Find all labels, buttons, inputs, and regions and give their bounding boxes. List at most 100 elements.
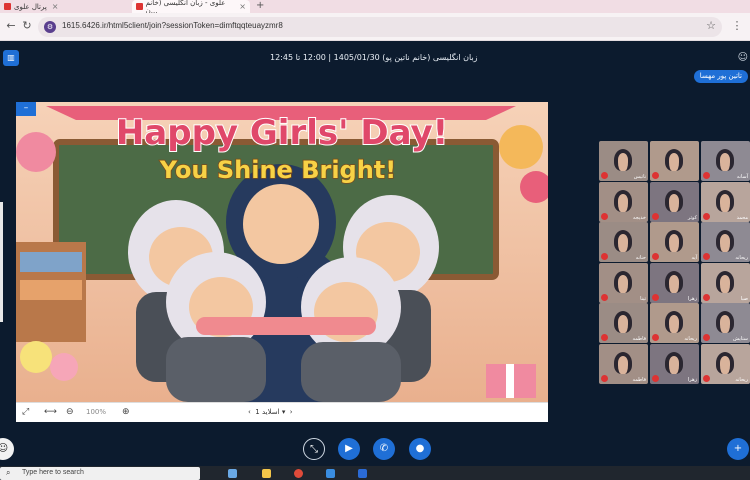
previous-slide-icon[interactable]: ‹ <box>248 408 251 416</box>
microphone-button[interactable]: ● <box>409 438 431 460</box>
slide-illustration: Happy Girls' Day! You Shine Bright! <box>16 102 548 402</box>
new-tab-icon[interactable]: + <box>256 0 264 11</box>
participant-name: زهرا <box>687 376 697 383</box>
participant-avatar <box>716 351 734 374</box>
participant-name: محمد <box>736 214 748 221</box>
participant-video-tile[interactable]: آیه <box>650 222 699 262</box>
participant-avatar <box>614 351 632 374</box>
participant-avatar <box>665 189 683 212</box>
account-icon[interactable]: ☺ <box>738 52 748 63</box>
participant-name: ناتیس <box>633 174 646 180</box>
slide-heading: Happy Girls' Day! <box>116 113 448 153</box>
slide-navigation: ‹ اسلاید 1 ▾ › <box>248 408 293 416</box>
muted-mic-icon <box>703 253 710 260</box>
presenter-badge[interactable]: تاتین پور مهسا <box>693 70 748 83</box>
muted-mic-icon <box>652 212 659 220</box>
url-text[interactable]: 1615.6426.ir/html5client/join?sessionTok… <box>62 21 283 30</box>
share-screen-button[interactable]: ⤡ <box>303 438 325 460</box>
tab-title: پرتال علوی <box>14 2 47 11</box>
participant-video-tile[interactable]: خدیجه <box>599 181 648 222</box>
participant-avatar <box>716 230 734 252</box>
fullscreen-icon[interactable]: ⤢ <box>22 407 29 417</box>
muted-mic-icon <box>601 212 608 220</box>
participant-video-tile[interactable]: تینا <box>599 262 648 303</box>
browser-menu-icon[interactable]: ⋮ <box>730 19 744 33</box>
fit-width-icon[interactable]: ⟷ <box>44 407 57 417</box>
participant-video-tile[interactable]: حنانه <box>599 222 648 262</box>
muted-mic-icon <box>601 374 608 382</box>
participant-video-tile[interactable]: کوثر <box>650 181 699 222</box>
presentation-toolbar: ⤢ ⟷ ⊖ 100% ⊕ ‹ اسلاید 1 ▾ › <box>16 402 548 422</box>
participant-avatar <box>665 351 683 374</box>
site-favicon-icon <box>136 3 143 10</box>
participant-video-tile[interactable]: ریحانه <box>650 303 699 343</box>
presenter-name: تاتین پور مهسا <box>699 72 742 80</box>
participant-video-tile[interactable]: زهرا <box>650 262 699 303</box>
browser-toolbar: ← ↻ ⚙ 1615.6426.ir/html5client/join?sess… <box>0 13 750 41</box>
zoom-out-icon[interactable]: ⊖ <box>66 407 74 417</box>
zoom-level[interactable]: 100% <box>86 408 106 416</box>
participant-avatar <box>614 189 632 212</box>
participant-name: ریحانه <box>735 376 748 383</box>
browser-tab-active[interactable]: علوی - زبان انگلیسی (خانم ن... × <box>132 0 250 15</box>
participant-avatar <box>614 149 632 171</box>
actions-plus-button[interactable]: + <box>727 438 749 460</box>
muted-mic-icon <box>652 334 659 341</box>
muted-mic-icon <box>601 334 608 341</box>
edge-icon[interactable] <box>326 469 335 478</box>
search-icon: ⌕ <box>6 468 11 477</box>
muted-mic-icon <box>652 253 659 260</box>
taskbar-search[interactable]: ⌕ Type here to search <box>0 467 200 480</box>
slide-select[interactable]: اسلاید 1 <box>255 408 279 416</box>
participant-video-tile[interactable]: زهرا <box>650 343 699 384</box>
file-explorer-icon[interactable] <box>262 469 271 478</box>
close-tab-icon[interactable]: × <box>239 2 246 11</box>
participant-avatar <box>716 149 734 171</box>
participant-video-tile[interactable]: آسانه <box>701 141 750 181</box>
participant-video-tile[interactable]: ریحانه <box>701 222 750 262</box>
task-view-icon[interactable] <box>228 469 237 478</box>
meeting-controls: ☺ ⤡ ▶ ✆ ● + <box>0 430 750 466</box>
participant-name: ریحانه <box>735 255 748 261</box>
zoom-in-icon[interactable]: ⊕ <box>122 407 130 417</box>
participant-name: کوثر <box>687 214 697 221</box>
reload-icon[interactable]: ↻ <box>20 19 34 33</box>
participant-video-tile[interactable]: ستایش <box>701 303 750 343</box>
windows-taskbar: ⌕ Type here to search <box>0 466 750 480</box>
participant-avatar <box>614 311 632 333</box>
muted-mic-icon <box>601 253 608 260</box>
participant-video-tile[interactable]: فاطمه <box>599 303 648 343</box>
site-info-icon[interactable]: ⚙ <box>44 21 56 33</box>
camera-button[interactable]: ▶ <box>338 438 360 460</box>
participant-avatar <box>614 230 632 252</box>
participant-name: حنانه <box>635 255 646 261</box>
participant-video-tile[interactable]: محمد <box>701 181 750 222</box>
chevron-down-icon[interactable]: ▾ <box>282 408 286 416</box>
muted-mic-icon <box>652 293 659 301</box>
participant-name: ستایش <box>733 336 748 342</box>
browser-tab[interactable]: پرتال علوی × <box>0 0 120 13</box>
meeting-title: زبان انگلیسی (خانم ناتین پو) 1405/01/30 … <box>270 53 478 62</box>
participant-avatar <box>665 230 683 252</box>
address-bar[interactable]: ⚙ 1615.6426.ir/html5client/join?sessionT… <box>38 17 722 37</box>
meeting-header: ▥ زبان انگلیسی (خانم ناتین پو) 1405/01/3… <box>0 42 750 76</box>
bookmark-star-icon[interactable]: ☆ <box>706 19 716 32</box>
panel-resize-handle[interactable] <box>0 202 3 322</box>
back-icon[interactable]: ← <box>4 19 18 33</box>
close-tab-icon[interactable]: × <box>52 2 59 11</box>
user-list-toggle-icon[interactable]: ▥ <box>3 50 19 66</box>
chrome-icon[interactable] <box>294 469 303 478</box>
participant-video-tile[interactable] <box>650 141 699 181</box>
minimize-presentation-button[interactable]: – <box>16 102 36 116</box>
participant-name: فاطمه <box>632 376 646 383</box>
participant-video-tile[interactable]: ناتیس <box>599 141 648 181</box>
participant-video-tile[interactable]: فاطمه <box>599 343 648 384</box>
reactions-button[interactable]: ☺ <box>0 438 14 460</box>
next-slide-icon[interactable]: › <box>290 408 293 416</box>
participant-avatar <box>716 189 734 212</box>
participant-video-tile[interactable]: ریحانه <box>701 343 750 384</box>
muted-mic-icon <box>601 172 608 179</box>
store-icon[interactable] <box>358 469 367 478</box>
audio-phone-button[interactable]: ✆ <box>373 438 395 460</box>
participant-video-tile[interactable]: صبا <box>701 262 750 303</box>
